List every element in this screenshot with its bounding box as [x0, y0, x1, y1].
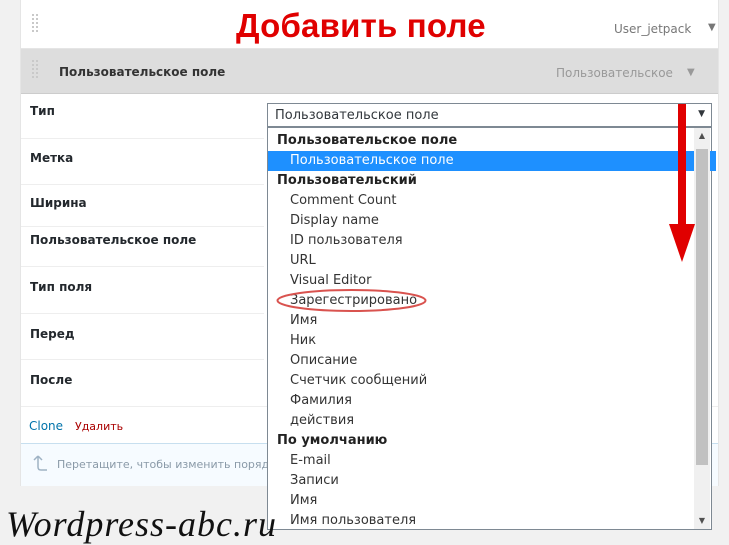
chevron-down-icon[interactable]: ▼	[708, 22, 716, 33]
dropdown-option[interactable]: Счетчик сообщений	[268, 371, 716, 391]
clone-link[interactable]: Clone	[29, 419, 63, 433]
dropdown-scrollbar[interactable]: ▲ ▼	[694, 128, 710, 529]
drag-handle-icon[interactable]	[32, 14, 40, 36]
collapsed-column-name: User_jetpack	[614, 22, 692, 36]
red-arrow-annotation-icon	[669, 104, 695, 262]
dropdown-option[interactable]: Display name	[268, 211, 716, 231]
expanded-column-type: Пользовательское	[556, 66, 673, 80]
delete-link[interactable]: Удалить	[75, 420, 123, 433]
row-divider	[21, 313, 264, 314]
dropdown-option[interactable]: Имя	[268, 311, 716, 331]
dropdown-group-label: По умолчанию	[277, 433, 388, 448]
reorder-arrow-icon	[33, 455, 47, 471]
field-label-width: Ширина	[30, 196, 87, 210]
field-label-label: Метка	[30, 151, 74, 165]
field-label-before: Перед	[30, 327, 75, 341]
dropdown-option[interactable]: Пользовательское поле	[268, 151, 716, 171]
expanded-column-title: Пользовательское поле	[59, 65, 226, 79]
row-divider	[21, 266, 264, 267]
scrollbar-thumb[interactable]	[696, 149, 708, 465]
dropdown-option[interactable]: Записи	[268, 471, 716, 491]
field-label-custom-field: Пользовательское поле	[30, 233, 197, 247]
chevron-down-icon[interactable]: ▼	[698, 109, 705, 119]
dropdown-option[interactable]: Имя пользователя	[268, 511, 716, 531]
dropdown-option[interactable]: ID пользователя	[268, 231, 716, 251]
highlight-ring-annotation	[276, 289, 427, 312]
field-label-field-type: Тип поля	[30, 280, 93, 294]
field-label-type: Тип	[30, 104, 55, 118]
expanded-column-header[interactable]: Пользовательское поле Пользовательское ▼	[21, 49, 718, 94]
dropdown-option[interactable]: Ник	[268, 331, 716, 351]
field-label-after: После	[30, 373, 73, 387]
scroll-up-icon[interactable]: ▲	[694, 128, 710, 144]
dropdown-option[interactable]: Имя	[268, 491, 716, 511]
dropdown-option[interactable]: E-mail	[268, 451, 716, 471]
dropdown-option[interactable]: Описание	[268, 351, 716, 371]
annotation-title: Добавить поле	[236, 7, 486, 44]
dropdown-option[interactable]: действия	[268, 411, 716, 431]
scroll-down-icon[interactable]: ▼	[694, 513, 710, 529]
type-select-value: Пользовательское поле	[275, 108, 439, 123]
type-select-dropdown[interactable]: Пользовательское поле Пользовательское по…	[267, 127, 716, 530]
dropdown-option[interactable]: Фамилия	[268, 391, 716, 411]
dropdown-option[interactable]: URL	[268, 251, 716, 271]
row-divider	[21, 138, 264, 139]
dropdown-group-label: Пользовательское поле	[277, 133, 458, 148]
row-divider	[21, 184, 264, 185]
drag-hint-text: Перетащите, чтобы изменить порядок	[57, 458, 283, 471]
watermark-text: Wordpress-abc.ru	[6, 504, 278, 544]
dropdown-group-label: Пользовательский	[277, 173, 417, 188]
row-divider	[21, 359, 264, 360]
type-select[interactable]: Пользовательское поле ▼	[267, 103, 712, 127]
dropdown-option[interactable]: Comment Count	[268, 191, 716, 211]
row-divider	[21, 226, 264, 227]
chevron-down-icon[interactable]: ▼	[687, 67, 695, 78]
drag-handle-icon[interactable]	[32, 60, 40, 82]
